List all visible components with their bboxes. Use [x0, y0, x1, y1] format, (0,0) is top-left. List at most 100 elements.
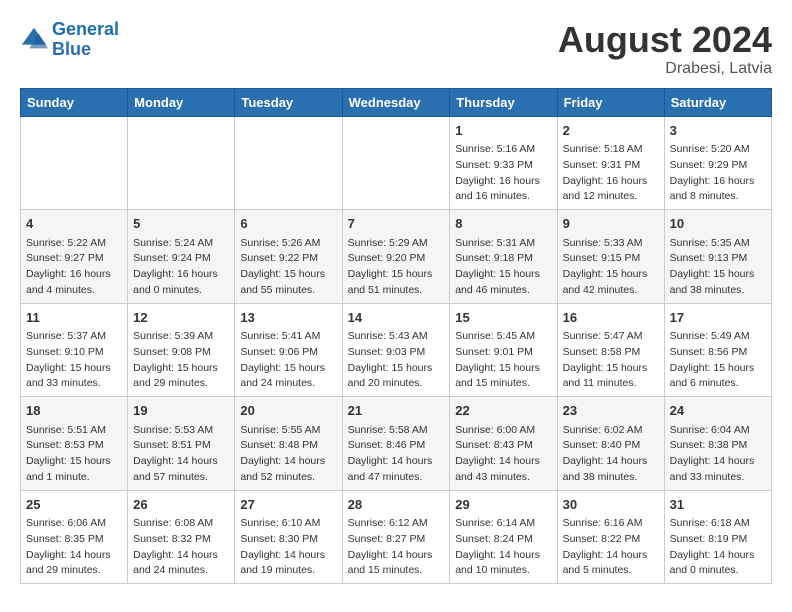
cell-content-line: Sunset: 8:40 PM — [563, 438, 659, 454]
cell-content-line: Sunrise: 6:16 AM — [563, 516, 659, 532]
cell-content-line: Sunrise: 5:26 AM — [240, 236, 336, 252]
cell-content-line: Daylight: 14 hours — [133, 548, 229, 564]
cell-content-line: and 10 minutes. — [455, 563, 551, 579]
cell-content-line: Daylight: 16 hours — [133, 267, 229, 283]
day-number: 12 — [133, 308, 229, 328]
week-row-4: 18Sunrise: 5:51 AMSunset: 8:53 PMDayligh… — [21, 397, 772, 491]
calendar-cell — [342, 116, 450, 210]
calendar-cell: 17Sunrise: 5:49 AMSunset: 8:56 PMDayligh… — [664, 303, 771, 397]
cell-content-line: and 24 minutes. — [240, 376, 336, 392]
cell-content-line: Sunrise: 6:08 AM — [133, 516, 229, 532]
cell-content-line: Sunrise: 5:49 AM — [670, 329, 766, 345]
cell-content-line: Daylight: 15 hours — [670, 361, 766, 377]
day-number: 23 — [563, 401, 659, 421]
cell-content-line: Sunrise: 6:12 AM — [348, 516, 445, 532]
cell-content-line: and 24 minutes. — [133, 563, 229, 579]
cell-content-line: Sunrise: 6:10 AM — [240, 516, 336, 532]
cell-content-line: Sunset: 8:53 PM — [26, 438, 122, 454]
cell-content-line: Sunset: 9:24 PM — [133, 251, 229, 267]
day-number: 8 — [455, 214, 551, 234]
cell-content-line: and 16 minutes. — [455, 189, 551, 205]
cell-content-line: and 52 minutes. — [240, 470, 336, 486]
cell-content-line: and 47 minutes. — [348, 470, 445, 486]
logo-line2: Blue — [52, 39, 91, 59]
cell-content-line: and 8 minutes. — [670, 189, 766, 205]
cell-content-line: Sunrise: 5:31 AM — [455, 236, 551, 252]
cell-content-line: Daylight: 15 hours — [563, 267, 659, 283]
cell-content-line: Sunset: 8:43 PM — [455, 438, 551, 454]
weekday-header-monday: Monday — [128, 88, 235, 116]
cell-content-line: Sunrise: 6:14 AM — [455, 516, 551, 532]
page-header: General Blue August 2024 Drabesi, Latvia — [20, 20, 772, 78]
calendar-cell: 31Sunrise: 6:18 AMSunset: 8:19 PMDayligh… — [664, 490, 771, 584]
cell-content-line: Sunrise: 5:16 AM — [455, 142, 551, 158]
cell-content-line: and 46 minutes. — [455, 283, 551, 299]
cell-content-line: and 4 minutes. — [26, 283, 122, 299]
day-number: 18 — [26, 401, 122, 421]
cell-content-line: Sunrise: 5:43 AM — [348, 329, 445, 345]
cell-content-line: Sunset: 9:13 PM — [670, 251, 766, 267]
day-number: 19 — [133, 401, 229, 421]
calendar-cell: 25Sunrise: 6:06 AMSunset: 8:35 PMDayligh… — [21, 490, 128, 584]
cell-content-line: Daylight: 14 hours — [240, 548, 336, 564]
cell-content-line: Sunrise: 6:06 AM — [26, 516, 122, 532]
day-number: 10 — [670, 214, 766, 234]
calendar-cell: 22Sunrise: 6:00 AMSunset: 8:43 PMDayligh… — [450, 397, 557, 491]
cell-content-line: Sunset: 8:58 PM — [563, 345, 659, 361]
day-number: 3 — [670, 121, 766, 141]
calendar-cell: 20Sunrise: 5:55 AMSunset: 8:48 PMDayligh… — [235, 397, 342, 491]
weekday-header-saturday: Saturday — [664, 88, 771, 116]
cell-content-line: Sunset: 8:32 PM — [133, 532, 229, 548]
cell-content-line: Daylight: 15 hours — [563, 361, 659, 377]
cell-content-line: Sunset: 9:22 PM — [240, 251, 336, 267]
calendar-table: SundayMondayTuesdayWednesdayThursdayFrid… — [20, 88, 772, 585]
cell-content-line: Sunset: 9:33 PM — [455, 158, 551, 174]
cell-content-line: Sunrise: 5:20 AM — [670, 142, 766, 158]
cell-content-line: Daylight: 15 hours — [133, 361, 229, 377]
calendar-cell: 7Sunrise: 5:29 AMSunset: 9:20 PMDaylight… — [342, 210, 450, 304]
cell-content-line: Daylight: 14 hours — [348, 454, 445, 470]
cell-content-line: Sunset: 9:20 PM — [348, 251, 445, 267]
cell-content-line: Sunrise: 5:55 AM — [240, 423, 336, 439]
cell-content-line: and 43 minutes. — [455, 470, 551, 486]
cell-content-line: Sunset: 9:15 PM — [563, 251, 659, 267]
calendar-cell: 23Sunrise: 6:02 AMSunset: 8:40 PMDayligh… — [557, 397, 664, 491]
calendar-cell: 29Sunrise: 6:14 AMSunset: 8:24 PMDayligh… — [450, 490, 557, 584]
cell-content-line: and 38 minutes. — [563, 470, 659, 486]
week-row-1: 1Sunrise: 5:16 AMSunset: 9:33 PMDaylight… — [21, 116, 772, 210]
cell-content-line: Sunset: 9:01 PM — [455, 345, 551, 361]
calendar-cell: 3Sunrise: 5:20 AMSunset: 9:29 PMDaylight… — [664, 116, 771, 210]
cell-content-line: and 19 minutes. — [240, 563, 336, 579]
day-number: 26 — [133, 495, 229, 515]
cell-content-line: Sunrise: 6:04 AM — [670, 423, 766, 439]
cell-content-line: Sunset: 8:46 PM — [348, 438, 445, 454]
calendar-cell: 11Sunrise: 5:37 AMSunset: 9:10 PMDayligh… — [21, 303, 128, 397]
cell-content-line: and 0 minutes. — [670, 563, 766, 579]
cell-content-line: Sunset: 9:03 PM — [348, 345, 445, 361]
cell-content-line: Daylight: 14 hours — [455, 454, 551, 470]
calendar-cell — [21, 116, 128, 210]
cell-content-line: Sunset: 8:56 PM — [670, 345, 766, 361]
calendar-cell: 30Sunrise: 6:16 AMSunset: 8:22 PMDayligh… — [557, 490, 664, 584]
day-number: 14 — [348, 308, 445, 328]
calendar-cell: 19Sunrise: 5:53 AMSunset: 8:51 PMDayligh… — [128, 397, 235, 491]
logo-line1: General — [52, 19, 119, 39]
cell-content-line: Sunrise: 6:02 AM — [563, 423, 659, 439]
week-row-3: 11Sunrise: 5:37 AMSunset: 9:10 PMDayligh… — [21, 303, 772, 397]
cell-content-line: Daylight: 16 hours — [563, 174, 659, 190]
day-number: 21 — [348, 401, 445, 421]
location: Drabesi, Latvia — [558, 60, 772, 78]
day-number: 4 — [26, 214, 122, 234]
cell-content-line: and 57 minutes. — [133, 470, 229, 486]
cell-content-line: Sunrise: 5:22 AM — [26, 236, 122, 252]
cell-content-line: Sunrise: 5:18 AM — [563, 142, 659, 158]
day-number: 17 — [670, 308, 766, 328]
cell-content-line: Sunset: 8:48 PM — [240, 438, 336, 454]
cell-content-line: Sunrise: 5:35 AM — [670, 236, 766, 252]
calendar-cell: 21Sunrise: 5:58 AMSunset: 8:46 PMDayligh… — [342, 397, 450, 491]
cell-content-line: and 38 minutes. — [670, 283, 766, 299]
cell-content-line: and 0 minutes. — [133, 283, 229, 299]
calendar-cell: 2Sunrise: 5:18 AMSunset: 9:31 PMDaylight… — [557, 116, 664, 210]
week-row-5: 25Sunrise: 6:06 AMSunset: 8:35 PMDayligh… — [21, 490, 772, 584]
cell-content-line: and 51 minutes. — [348, 283, 445, 299]
